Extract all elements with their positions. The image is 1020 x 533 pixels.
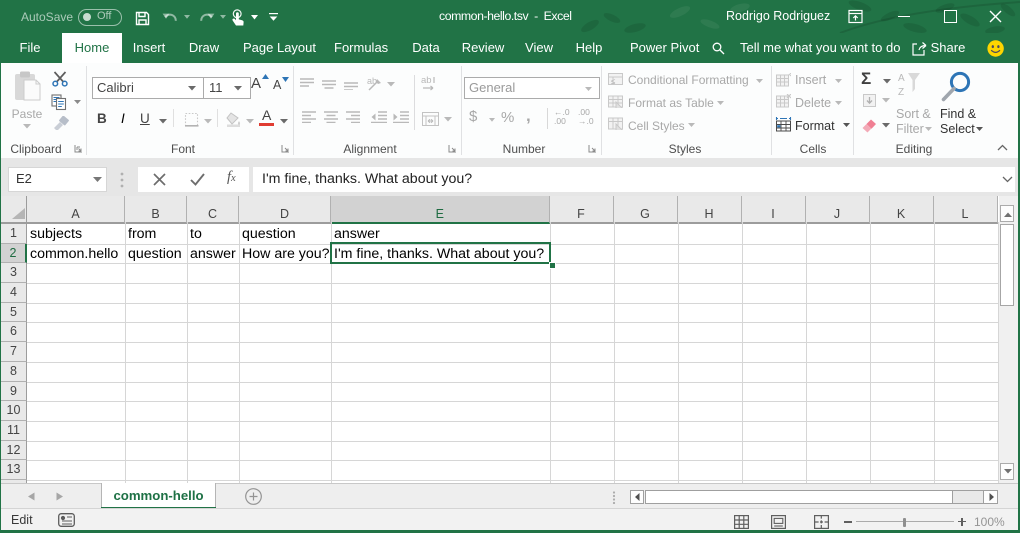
svg-text:Z: Z bbox=[898, 87, 904, 97]
svg-text:A: A bbox=[898, 73, 905, 84]
svg-text:ab: ab bbox=[367, 76, 377, 86]
svg-text:ab: ab bbox=[421, 75, 432, 86]
svg-text:≤: ≤ bbox=[611, 77, 616, 86]
